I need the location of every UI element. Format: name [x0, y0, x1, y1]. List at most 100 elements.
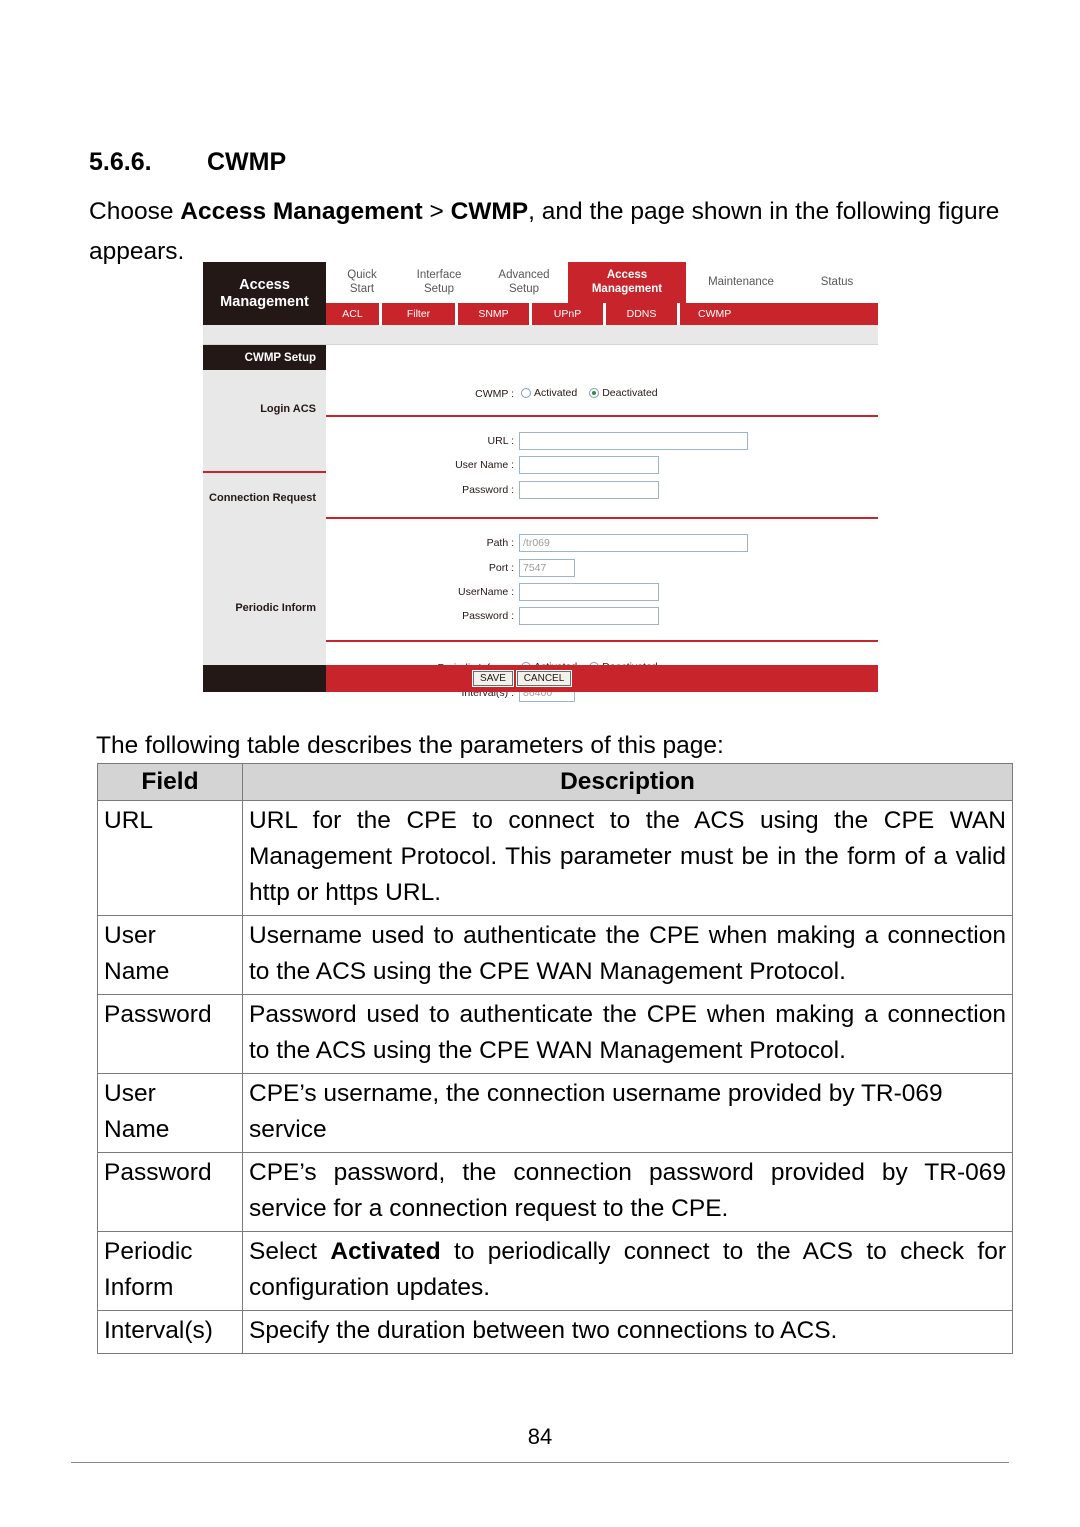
row-field-user-name-1: User Name [97, 915, 243, 995]
header-field: Field [97, 763, 243, 801]
tab-advanced-setup[interactable]: Advanced Setup [480, 262, 568, 303]
login-password-input[interactable] [519, 481, 659, 499]
tab-quick-start-line2: Start [349, 282, 375, 295]
login-username-input[interactable] [519, 456, 659, 474]
tab-interface-setup[interactable]: Interface Setup [398, 262, 480, 303]
tab-quick-start[interactable]: Quick Start [326, 262, 398, 303]
subtab-filter[interactable]: Filter [382, 303, 455, 325]
router-nav: Access Management Quick Start Interface … [203, 262, 878, 325]
cwmp-option-deactivated[interactable]: Deactivated [589, 387, 658, 399]
cwmp-label: CWMP : [475, 388, 514, 400]
nav-divider-strip [203, 325, 878, 345]
row-desc-password-1: Password used to authenticate the CPE wh… [242, 994, 1013, 1074]
row-field-intervals: Interval(s) [97, 1310, 243, 1354]
cwmp-option-deactivated-label: Deactivated [602, 387, 658, 399]
login-password-label: Password : [462, 484, 514, 496]
row-desc-user-name-1: Username used to authenticate the CPE wh… [242, 915, 1013, 995]
cwmp-radio-group[interactable]: Activated Deactivated [521, 387, 658, 399]
connreq-username-input[interactable] [519, 583, 659, 601]
subtab-snmp[interactable]: SNMP [458, 303, 529, 325]
path-label: Path : [486, 537, 514, 549]
main-tab-bar: Quick Start Interface Setup Advanced Set… [326, 262, 878, 303]
table-row: Interval(s) Specify the duration between… [97, 1310, 1013, 1354]
intro-separator: > [422, 198, 451, 225]
tab-status-line1: Status [820, 275, 854, 288]
subtab-upnp[interactable]: UPnP [532, 303, 603, 325]
footer-dark-pad [203, 665, 326, 692]
header-description: Description [242, 763, 1013, 801]
row-desc-intervals: Specify the duration between two connect… [242, 1310, 1013, 1354]
cancel-button[interactable]: CANCEL [517, 671, 571, 686]
sidebar-section-periodic-inform: Periodic Inform [235, 602, 316, 614]
divider-periodic-inform [326, 640, 878, 642]
intro-bold-access-management: Access Management [180, 198, 423, 225]
cwmp-option-activated[interactable]: Activated [521, 387, 577, 399]
router-sidebar: CWMP Setup Login ACS Connection Request … [203, 345, 326, 665]
row-field-url: URL [97, 800, 243, 916]
row-desc-password-2: CPE’s password, the connection password … [242, 1152, 1013, 1232]
table-row: Password CPE’s password, the connection … [97, 1152, 1013, 1232]
table-row: User Name Username used to authenticate … [97, 915, 1013, 995]
radio-unchecked-icon[interactable] [521, 388, 531, 398]
tab-quick-start-line1: Quick [347, 269, 377, 281]
tab-maintenance[interactable]: Maintenance [686, 262, 796, 303]
port-input[interactable]: 7547 [519, 559, 575, 577]
footer-rule [71, 1462, 1009, 1463]
page-number: 84 [527, 1424, 553, 1449]
section-title: CWMP [207, 148, 287, 176]
connreq-password-input[interactable] [519, 607, 659, 625]
tab-advanced-setup-line1: Advanced [498, 269, 550, 281]
subtab-cwmp[interactable]: CWMP [680, 303, 878, 325]
footer-red-pad [326, 665, 878, 692]
table-row: Periodic Inform Select Activated to peri… [97, 1231, 1013, 1311]
tab-status[interactable]: Status [796, 262, 878, 303]
radio-checked-icon[interactable] [589, 388, 600, 398]
tab-access-management[interactable]: Access Management [568, 262, 686, 303]
parameters-table: Field Description URL URL for the CPE to… [97, 763, 1013, 1354]
url-label: URL : [487, 435, 514, 447]
table-row: Password Password used to authenticate t… [97, 994, 1013, 1074]
router-footer-bar: SAVE CANCEL [203, 665, 878, 692]
sidebar-section-login-acs: Login ACS [260, 403, 316, 415]
section-number: 5.6.6. [89, 148, 152, 176]
tab-access-management-line2: Management [591, 282, 663, 295]
divider-connection-request [326, 517, 878, 519]
router-ui-screenshot: Access Management Quick Start Interface … [203, 262, 878, 702]
router-content: CWMP : Activated Deactivated URL : User … [326, 345, 878, 665]
table-row: URL URL for the CPE to connect to the AC… [97, 800, 1013, 916]
cwmp-option-activated-label: Activated [534, 387, 578, 399]
sub-tab-bar: ACL Filter SNMP UPnP DDNS CWMP [326, 303, 878, 325]
table-intro-paragraph: The following table describes the parame… [96, 732, 724, 759]
row-field-periodic-inform: Periodic Inform [97, 1231, 243, 1311]
sidebar-rule-1 [203, 471, 326, 473]
intro-paragraph: Choose Access Management > CWMP, and the… [89, 192, 1009, 272]
url-input[interactable] [519, 432, 748, 450]
desc-bold-activated: Activated [330, 1238, 441, 1265]
brand-access-management: Access Management [203, 262, 326, 325]
divider-login-acs [326, 415, 878, 417]
save-button[interactable]: SAVE [473, 671, 513, 686]
intro-bold-cwmp: CWMP [450, 198, 529, 225]
row-field-password-2: Password [97, 1152, 243, 1232]
tab-maintenance-line1: Maintenance [708, 275, 774, 288]
tab-interface-setup-line1: Interface [416, 269, 462, 281]
login-username-label: User Name : [455, 459, 514, 471]
table-header-row: Field Description [97, 763, 1013, 801]
subtab-ddns[interactable]: DDNS [606, 303, 677, 325]
sidebar-title-cwmp-setup: CWMP Setup [203, 345, 326, 370]
desc-pre: Select [249, 1238, 331, 1265]
intro-prefix: Choose [89, 198, 181, 225]
section-heading: 5.6.6. CWMP [89, 148, 286, 177]
tab-interface-setup-line2: Setup [423, 282, 455, 295]
row-desc-user-name-2: CPE’s username, the connection username … [242, 1073, 1013, 1153]
path-input[interactable]: /tr069 [519, 534, 748, 552]
row-desc-url: URL for the CPE to connect to the ACS us… [242, 800, 1013, 916]
port-label: Port : [488, 562, 514, 574]
row-desc-periodic-inform: Select Activated to periodically connect… [242, 1231, 1013, 1311]
connreq-username-label: UserName : [457, 586, 514, 598]
tab-access-management-line1: Access [606, 269, 648, 281]
brand-line-1: Access [239, 276, 290, 293]
subtab-acl[interactable]: ACL [326, 303, 379, 325]
row-field-user-name-2: User Name [97, 1073, 243, 1153]
sidebar-section-connection-request: Connection Request [209, 492, 316, 504]
